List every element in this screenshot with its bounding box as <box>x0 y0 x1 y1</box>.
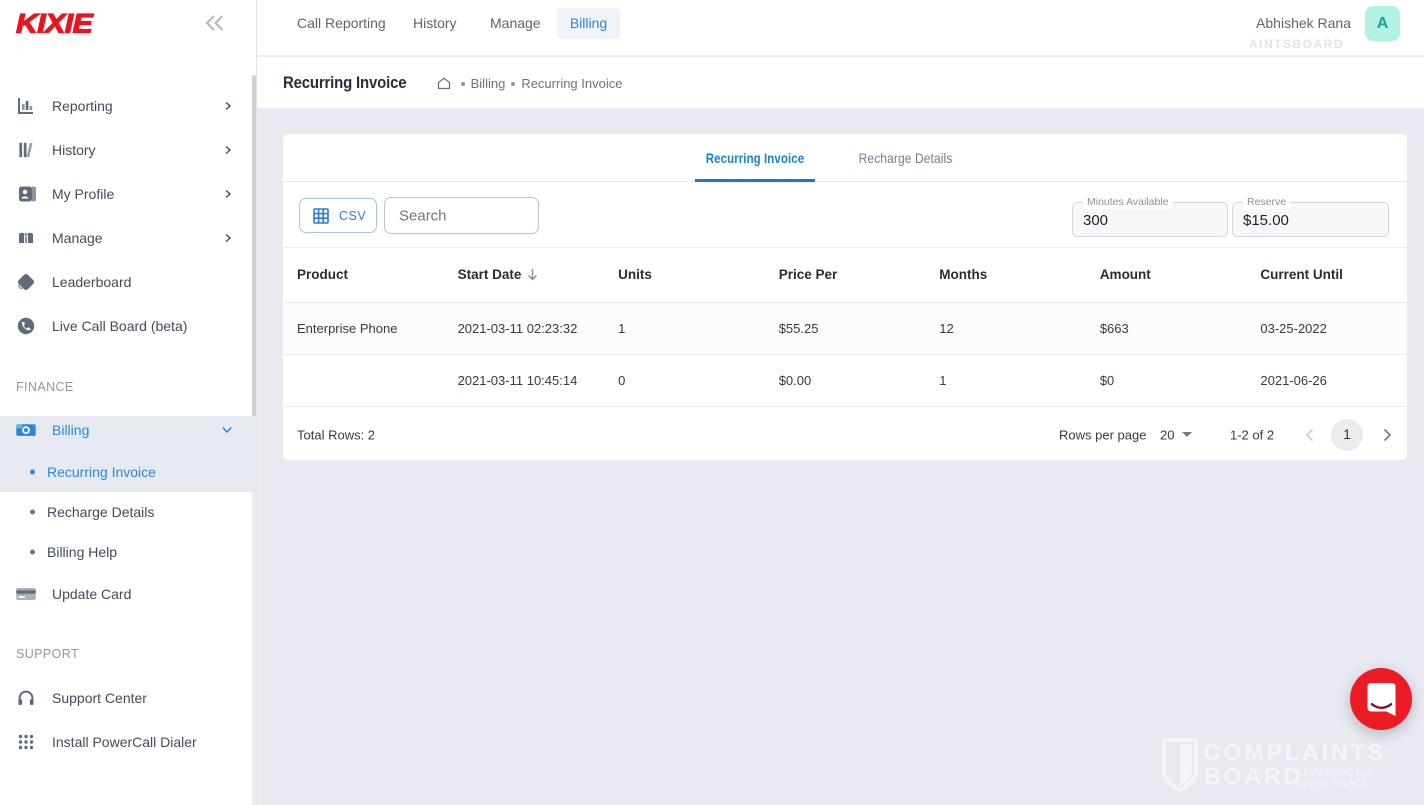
svg-text:REVIEWING THE: REVIEWING THE <box>1296 768 1374 778</box>
svg-text:BOARD: BOARD <box>1204 763 1303 789</box>
svg-text:MARKETPLACE: MARKETPLACE <box>1296 778 1369 788</box>
svg-text:COMPLAINTS: COMPLAINTS <box>1204 739 1386 765</box>
